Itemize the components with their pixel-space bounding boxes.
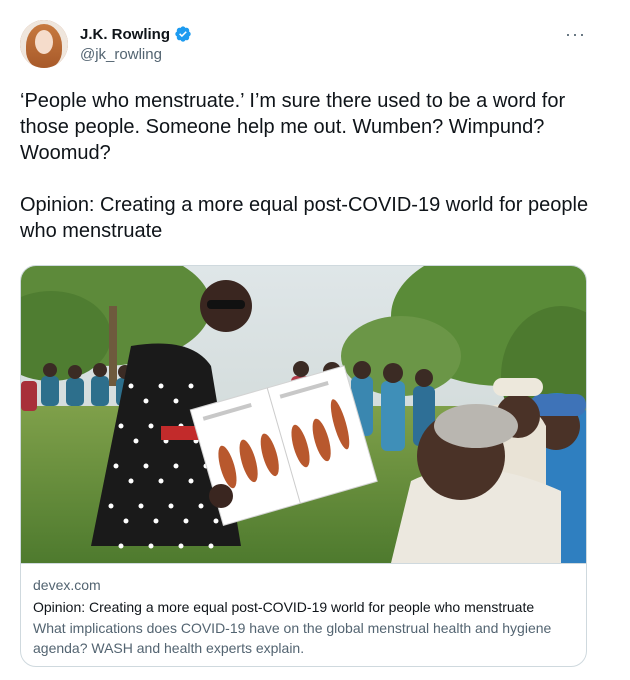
link-card[interactable]: devex.com Opinion: Creating a more equal… [20,265,587,667]
link-card-description: What implications does COVID-19 have on … [33,620,552,656]
link-card-meta: devex.com Opinion: Creating a more equal… [21,563,586,666]
tweet: J.K. Rowling @jk_rowling ··· ‘People who… [0,0,630,680]
link-card-image [21,266,586,563]
avatar[interactable] [20,20,68,68]
tweet-text: ‘People who menstruate.’ I’m sure there … [20,90,589,242]
author-name-row: J.K. Rowling [80,25,192,43]
avatar-face [35,30,53,54]
author-handle[interactable]: @jk_rowling [80,46,162,63]
verified-badge-icon [174,25,192,43]
more-options-icon[interactable]: ··· [565,24,586,45]
link-card-domain: devex.com [33,577,101,593]
author-display-name[interactable]: J.K. Rowling [80,26,170,43]
link-card-title: Opinion: Creating a more equal post-COVI… [33,599,535,615]
